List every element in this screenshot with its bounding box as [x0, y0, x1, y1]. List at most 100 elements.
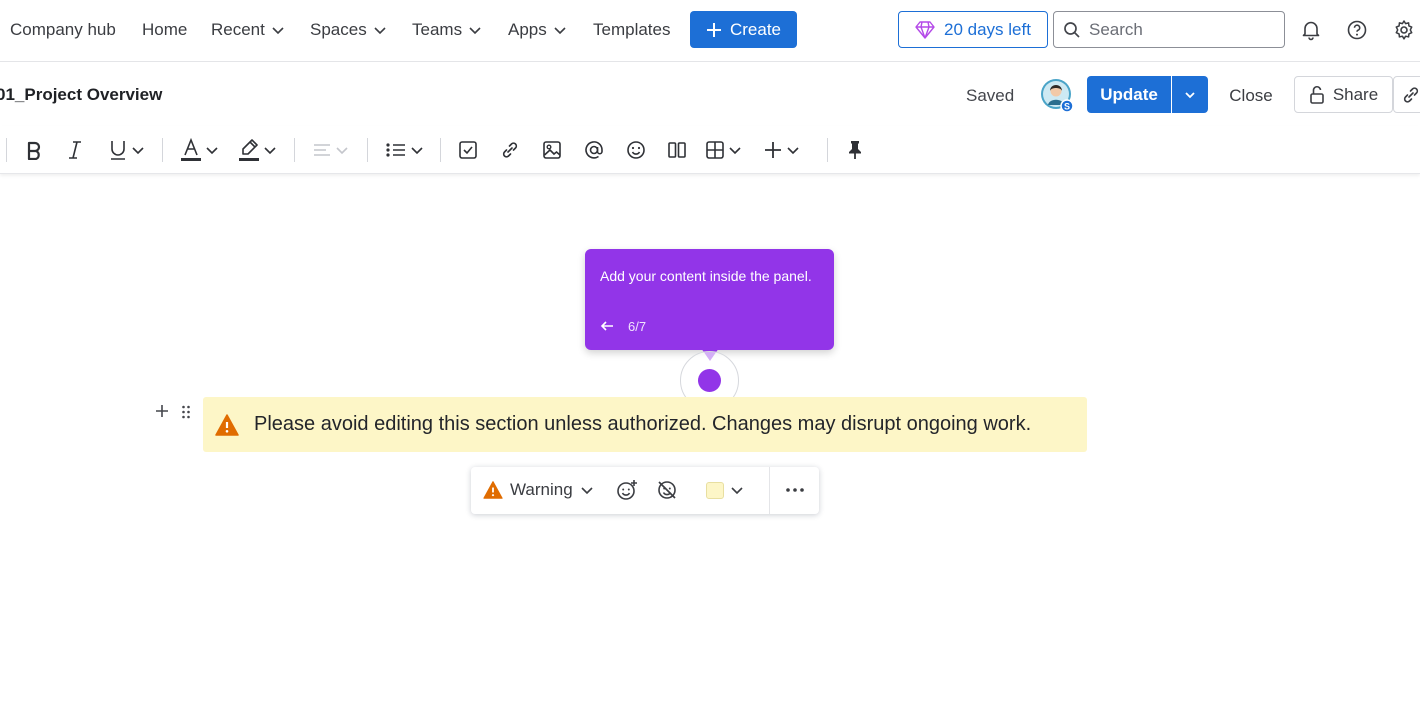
drag-handle-icon[interactable]: [180, 404, 192, 420]
top-navigation: Company hub Home Recent Spaces Teams App…: [0, 0, 1420, 62]
warning-panel[interactable]: Please avoid editing this section unless…: [203, 397, 1087, 452]
italic-button[interactable]: [67, 138, 83, 162]
page-header: 01_Project Overview Saved S Update Close…: [0, 63, 1420, 126]
nav-home[interactable]: Home: [142, 18, 187, 42]
plus-icon: [706, 22, 721, 37]
remove-icon-icon[interactable]: [656, 479, 678, 501]
chevron-down-icon: [581, 487, 593, 495]
link-button[interactable]: [500, 138, 520, 162]
warning-icon: [483, 481, 503, 499]
nav-apps[interactable]: Apps: [508, 18, 567, 42]
chevron-down-icon: [264, 147, 276, 155]
arrow-left-icon[interactable]: [599, 318, 615, 334]
nav-teams-label: Teams: [412, 20, 463, 39]
toolbar-divider: [769, 467, 770, 514]
create-button-label: Create: [729, 19, 782, 39]
panel-toolbar: Warning: [471, 467, 819, 514]
highlight-button[interactable]: [238, 138, 277, 162]
help-icon[interactable]: [1346, 19, 1368, 41]
update-options-button[interactable]: [1172, 76, 1208, 113]
chevron-down-icon: [469, 27, 481, 35]
nav-templates[interactable]: Templates: [593, 18, 670, 42]
share-button-label: Share: [1332, 84, 1379, 104]
panel-type-label: Warning: [510, 480, 573, 499]
search-field[interactable]: [1053, 11, 1285, 48]
nav-spaces-label: Spaces: [310, 20, 367, 39]
insert-button[interactable]: [763, 138, 800, 162]
settings-gear-icon[interactable]: [1393, 19, 1415, 41]
mention-button[interactable]: [584, 138, 604, 162]
chevron-down-icon: [336, 147, 348, 155]
bold-icon: [27, 141, 41, 160]
mention-icon: [585, 141, 603, 159]
task-checkbox-icon: [459, 141, 477, 159]
chevron-down-icon: [132, 147, 144, 155]
nav-recent[interactable]: Recent: [211, 18, 285, 42]
search-icon: [1064, 21, 1080, 38]
layout-button[interactable]: [667, 138, 687, 162]
layout-columns-icon: [668, 142, 686, 158]
toolbar-divider: [294, 138, 295, 162]
emoji-icon: [627, 141, 645, 159]
avatar[interactable]: S: [1040, 78, 1074, 113]
text-color-icon: [181, 138, 201, 161]
close-button[interactable]: Close: [1218, 86, 1284, 106]
underline-button[interactable]: [108, 138, 145, 162]
chevron-down-icon[interactable]: [730, 483, 744, 497]
task-button[interactable]: [458, 138, 478, 162]
nav-teams[interactable]: Teams: [412, 18, 482, 42]
trial-button[interactable]: 20 days left: [898, 11, 1048, 48]
tooltip-message: Add your content inside the panel.: [600, 268, 812, 284]
copy-link-button[interactable]: [1393, 76, 1420, 113]
italic-icon: [69, 141, 81, 159]
panel-color-swatch[interactable]: [706, 482, 724, 499]
bullet-list-icon: [386, 143, 405, 157]
add-emoji-icon[interactable]: [616, 479, 638, 501]
pin-toolbar-button[interactable]: [845, 138, 865, 162]
tooltip-step-counter: 6/7: [628, 319, 647, 334]
panel-text[interactable]: Please avoid editing this section unless…: [254, 413, 1031, 436]
link-icon: [1403, 86, 1419, 103]
nav-templates-label: Templates: [593, 20, 671, 39]
highlight-icon: [239, 139, 259, 161]
table-button[interactable]: [705, 138, 742, 162]
create-button[interactable]: Create: [690, 11, 797, 48]
page-title: 01_Project Overview: [0, 85, 163, 104]
nav-company-hub[interactable]: Company hub: [10, 18, 116, 42]
chevron-down-icon: [206, 147, 218, 155]
notification-bell-icon[interactable]: [1300, 19, 1322, 41]
image-icon: [543, 141, 561, 159]
text-color-button[interactable]: [180, 138, 219, 162]
add-block-icon[interactable]: [154, 402, 170, 420]
tour-beacon-dot[interactable]: [698, 369, 721, 392]
more-options-icon[interactable]: [784, 479, 806, 501]
search-input[interactable]: [1089, 19, 1269, 40]
avatar-initial: S: [1064, 102, 1070, 112]
trial-button-label: 20 days left: [944, 19, 1031, 39]
nav-home-label: Home: [142, 20, 188, 39]
chevron-down-icon: [1185, 91, 1195, 98]
list-button[interactable]: [385, 138, 424, 162]
underline-icon: [111, 141, 125, 160]
chevron-down-icon: [729, 147, 741, 155]
align-button: [312, 138, 349, 162]
unlock-icon: [1310, 85, 1324, 104]
toolbar-divider: [367, 138, 368, 162]
update-button[interactable]: Update: [1087, 76, 1171, 113]
share-button[interactable]: Share: [1294, 76, 1393, 113]
diamond-icon: [915, 20, 935, 39]
chevron-down-icon: [554, 27, 566, 35]
toolbar-divider: [6, 138, 7, 162]
toolbar-divider: [827, 138, 828, 162]
nav-spaces[interactable]: Spaces: [310, 18, 387, 42]
emoji-button[interactable]: [626, 138, 646, 162]
nav-apps-label: Apps: [508, 20, 547, 39]
link-icon: [502, 142, 518, 158]
plus-icon: [765, 142, 781, 158]
image-button[interactable]: [542, 138, 562, 162]
chevron-down-icon: [272, 27, 284, 35]
chevron-down-icon: [411, 147, 423, 155]
panel-type-dropdown[interactable]: Warning: [483, 478, 594, 502]
chevron-down-icon: [374, 27, 386, 35]
bold-button[interactable]: [25, 138, 43, 162]
